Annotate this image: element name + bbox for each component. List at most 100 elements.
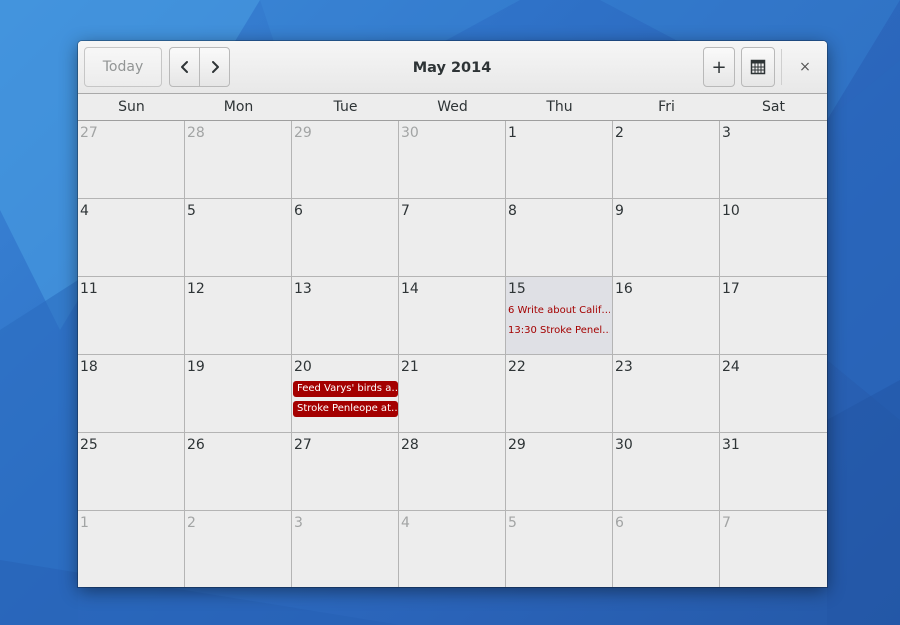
day-number: 6 — [294, 203, 303, 219]
day-cell[interactable]: 28 — [185, 121, 292, 199]
day-number: 6 — [615, 515, 624, 531]
month-view-button[interactable] — [741, 47, 775, 87]
day-cell[interactable]: 2 — [185, 511, 292, 587]
day-cell[interactable]: 16 — [613, 277, 720, 355]
day-number: 29 — [294, 125, 312, 141]
day-number: 3 — [294, 515, 303, 531]
day-number: 4 — [80, 203, 89, 219]
day-number: 23 — [615, 359, 633, 375]
day-cell[interactable]: 29 — [292, 121, 399, 199]
day-cell[interactable]: 26 — [185, 433, 292, 511]
day-number: 19 — [187, 359, 205, 375]
today-button[interactable]: Today — [84, 47, 162, 87]
day-cell[interactable]: 28 — [399, 433, 506, 511]
day-cell[interactable]: 1 — [78, 511, 185, 587]
day-cell[interactable]: 17 — [720, 277, 827, 355]
header-bar: Today May 2014 + × — [78, 41, 827, 94]
day-number: 27 — [80, 125, 98, 141]
day-cell[interactable]: 19 — [185, 355, 292, 433]
day-cell[interactable]: 4 — [78, 199, 185, 277]
day-cell[interactable]: 14 — [399, 277, 506, 355]
navigation-button-group — [169, 47, 231, 87]
day-cell[interactable]: 9 — [613, 199, 720, 277]
day-cell[interactable]: 12 — [185, 277, 292, 355]
day-number: 25 — [80, 437, 98, 453]
day-number: 9 — [615, 203, 624, 219]
day-cell[interactable]: 22 — [506, 355, 613, 433]
day-number: 2 — [615, 125, 624, 141]
day-cell[interactable]: 29 — [506, 433, 613, 511]
day-number: 18 — [80, 359, 98, 375]
day-cell[interactable]: 10 — [720, 199, 827, 277]
close-button[interactable]: × — [792, 54, 818, 80]
day-cell[interactable]: 31 — [720, 433, 827, 511]
day-cell[interactable]: 30 — [399, 121, 506, 199]
day-cell[interactable]: 23 — [613, 355, 720, 433]
day-cell[interactable]: 21 — [399, 355, 506, 433]
calendar-month-icon — [750, 59, 766, 75]
day-cell[interactable]: 6 — [613, 511, 720, 587]
go-next-icon — [211, 61, 219, 73]
calendar-event[interactable]: Stroke Penleope at… — [293, 401, 398, 417]
calendar-window: Today May 2014 + × Sun Mon Tue Wed Thu F… — [78, 41, 827, 587]
day-number: 21 — [401, 359, 419, 375]
weekday-label: Sun — [118, 99, 145, 115]
day-number: 31 — [722, 437, 740, 453]
day-cell[interactable]: 13 — [292, 277, 399, 355]
day-number: 20 — [294, 359, 312, 375]
calendar-event[interactable]: 6 Write about Calif… — [508, 305, 610, 316]
calendar-event[interactable]: Feed Varys' birds a… — [293, 381, 398, 397]
day-number: 28 — [187, 125, 205, 141]
day-number: 5 — [187, 203, 196, 219]
day-cell[interactable]: 7 — [720, 511, 827, 587]
day-number: 4 — [401, 515, 410, 531]
day-number: 22 — [508, 359, 526, 375]
day-cell[interactable]: 5 — [506, 511, 613, 587]
day-cell[interactable]: 30 — [613, 433, 720, 511]
day-number: 17 — [722, 281, 740, 297]
page-title: May 2014 — [412, 59, 492, 76]
day-cell[interactable]: 2 — [613, 121, 720, 199]
weekday-label: Thu — [546, 99, 573, 115]
day-number: 11 — [80, 281, 98, 297]
day-cell[interactable]: 7 — [399, 199, 506, 277]
day-cell[interactable]: 25 — [78, 433, 185, 511]
day-cell[interactable]: 20 Feed Varys' birds a… Stroke Penleope at… — [292, 355, 399, 433]
go-previous-icon — [180, 61, 188, 73]
day-number: 30 — [401, 125, 419, 141]
day-cell[interactable]: 8 — [506, 199, 613, 277]
day-number: 5 — [508, 515, 517, 531]
day-cell[interactable]: 3 — [720, 121, 827, 199]
day-number: 30 — [615, 437, 633, 453]
day-number: 27 — [294, 437, 312, 453]
add-event-button[interactable]: + — [703, 47, 735, 87]
day-cell[interactable]: 24 — [720, 355, 827, 433]
day-number: 1 — [508, 125, 517, 141]
next-month-button[interactable] — [199, 47, 230, 87]
calendar-event[interactable]: 13:30 Stroke Penel… — [508, 325, 610, 336]
day-number: 28 — [401, 437, 419, 453]
day-cell[interactable]: 27 — [78, 121, 185, 199]
weekday-label: Sat — [762, 99, 785, 115]
day-number: 24 — [722, 359, 740, 375]
day-cell[interactable]: 6 — [292, 199, 399, 277]
day-number: 13 — [294, 281, 312, 297]
day-cell-today[interactable]: 15 6 Write about Calif… 13:30 Stroke Penel… — [506, 277, 613, 355]
day-cell[interactable]: 1 — [506, 121, 613, 199]
day-number: 1 — [80, 515, 89, 531]
day-number: 8 — [508, 203, 517, 219]
day-number: 2 — [187, 515, 196, 531]
day-number: 16 — [615, 281, 633, 297]
day-cell[interactable]: 18 — [78, 355, 185, 433]
day-number: 12 — [187, 281, 205, 297]
day-cell[interactable]: 3 — [292, 511, 399, 587]
day-cell[interactable]: 11 — [78, 277, 185, 355]
day-cell[interactable]: 27 — [292, 433, 399, 511]
header-separator — [781, 49, 782, 85]
day-cell[interactable]: 4 — [399, 511, 506, 587]
day-cell[interactable]: 5 — [185, 199, 292, 277]
previous-month-button[interactable] — [169, 47, 200, 87]
weekday-label: Tue — [333, 99, 358, 115]
weekday-label: Wed — [437, 99, 468, 115]
day-number: 14 — [401, 281, 419, 297]
